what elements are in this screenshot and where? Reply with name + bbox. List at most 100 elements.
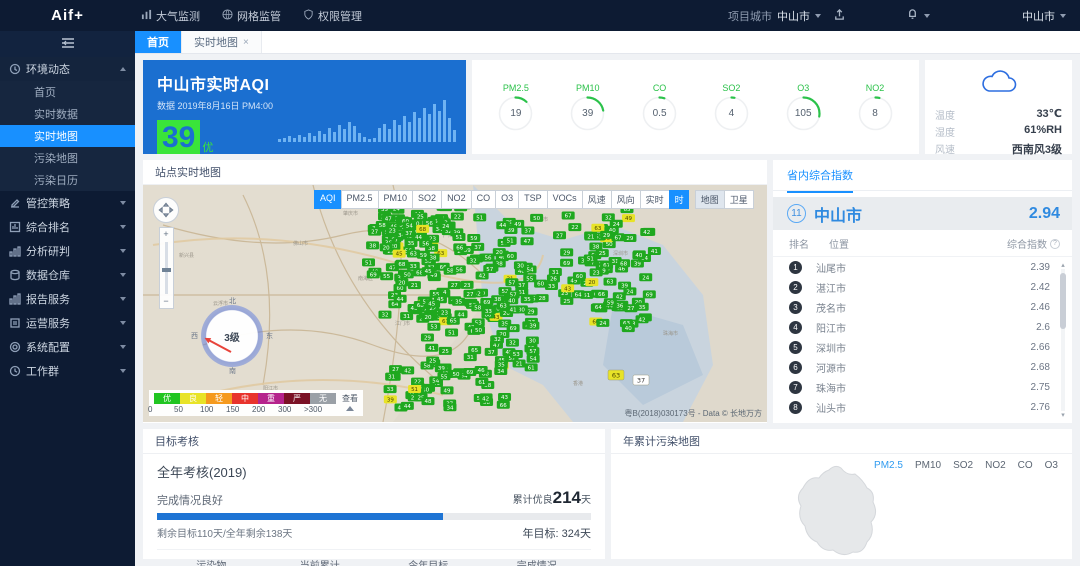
- ranking-row[interactable]: 4阳江市2.6: [773, 317, 1072, 337]
- station-marker[interactable]: 40: [622, 324, 635, 332]
- station-marker[interactable]: 51: [473, 213, 486, 221]
- close-icon[interactable]: ×: [243, 37, 249, 48]
- station-marker[interactable]: 26: [547, 275, 560, 283]
- station-marker[interactable]: 23: [438, 309, 451, 317]
- station-marker[interactable]: 67: [611, 233, 624, 241]
- station-marker[interactable]: 45: [393, 250, 406, 258]
- station-marker[interactable]: 69: [560, 259, 573, 267]
- station-marker[interactable]: 57: [505, 278, 518, 286]
- station-marker[interactable]: 24: [610, 220, 623, 228]
- ranking-row[interactable]: 7珠海市2.75: [773, 377, 1072, 397]
- ranking-scrollbar[interactable]: ▴ ▾: [1060, 261, 1066, 419]
- station-marker[interactable]: 63: [604, 278, 617, 286]
- sidebar-group-env[interactable]: 环境动态 首页 实时数据 实时地图 污染地图 污染日历: [0, 57, 135, 191]
- station-marker[interactable]: 44: [454, 310, 467, 318]
- zoom-thumb[interactable]: [162, 268, 171, 272]
- station-marker[interactable]: 55: [523, 274, 536, 282]
- map-tool-pm25[interactable]: PM2.5: [341, 190, 378, 209]
- map-tool-风速[interactable]: 风速: [582, 190, 611, 209]
- station-marker[interactable]: 36: [613, 301, 626, 309]
- topnav-item-grid[interactable]: 网格监管: [222, 8, 281, 24]
- station-marker[interactable]: 27: [463, 290, 476, 298]
- ranking-row[interactable]: 6河源市2.68: [773, 357, 1072, 377]
- map-tool-风向[interactable]: 风向: [611, 190, 640, 209]
- station-marker[interactable]: 30: [514, 261, 527, 269]
- station-map[interactable]: 新兴县云浮市 佛山市南海区 江门市广州市 东莞市深圳市 珠海市阳江市 香港肇庆市…: [143, 185, 767, 422]
- station-marker[interactable]: 41: [425, 344, 438, 352]
- station-marker[interactable]: 34: [494, 367, 507, 375]
- station-marker[interactable]: 23: [590, 268, 603, 276]
- map-tool-vocs[interactable]: VOCs: [547, 190, 582, 209]
- station-marker[interactable]: 27: [448, 281, 461, 289]
- map-tool-pm10[interactable]: PM10: [378, 190, 413, 209]
- sidebar-group-header[interactable]: 环境动态: [0, 57, 135, 81]
- station-marker[interactable]: 34: [443, 403, 456, 411]
- station-marker[interactable]: 29: [623, 234, 636, 242]
- province-outline-shape[interactable]: [767, 462, 917, 558]
- station-marker[interactable]: 50: [472, 326, 485, 334]
- station-marker[interactable]: 57: [483, 265, 496, 273]
- station-marker[interactable]: 39: [526, 322, 539, 330]
- station-marker[interactable]: 29: [525, 308, 538, 316]
- station-marker[interactable]: 53: [510, 350, 523, 358]
- map-tool-aqi[interactable]: AQI: [314, 190, 341, 209]
- station-marker[interactable]: 69: [507, 324, 520, 332]
- station-marker[interactable]: 39: [384, 395, 397, 403]
- station-marker[interactable]: 20: [380, 243, 393, 251]
- station-marker[interactable]: 54: [403, 221, 416, 229]
- station-marker[interactable]: 29: [560, 248, 573, 256]
- map-tool-co[interactable]: CO: [471, 190, 496, 209]
- ranking-row[interactable]: 3茂名市2.46: [773, 297, 1072, 317]
- sidebar-item-pollution-calendar[interactable]: 污染日历: [0, 169, 135, 191]
- gauge-co[interactable]: CO0.5: [628, 83, 692, 132]
- station-marker[interactable]: 56: [481, 253, 494, 261]
- station-marker[interactable]: 56: [419, 240, 432, 248]
- station-marker[interactable]: 45: [425, 300, 438, 308]
- station-marker[interactable]: 33: [545, 282, 558, 290]
- tab-province-index[interactable]: 省内综合指数: [787, 158, 853, 193]
- station-marker[interactable]: 68: [395, 260, 408, 268]
- station-marker[interactable]: 69: [643, 290, 656, 298]
- station-marker-highlighted[interactable]: 63: [608, 370, 624, 380]
- station-marker[interactable]: 45: [422, 267, 435, 275]
- station-marker[interactable]: 49: [441, 386, 454, 394]
- station-marker[interactable]: 59: [467, 234, 480, 242]
- station-marker[interactable]: 66: [595, 290, 608, 298]
- station-marker[interactable]: 51: [584, 254, 597, 262]
- map-tool-no2[interactable]: NO2: [441, 190, 471, 209]
- station-marker[interactable]: 41: [507, 306, 520, 314]
- map-tool-时[interactable]: 时: [669, 190, 689, 209]
- annual-map-tab-no2[interactable]: NO2: [985, 460, 1006, 471]
- map-layer-map[interactable]: 地图: [695, 190, 724, 209]
- station-marker[interactable]: 69: [463, 368, 476, 376]
- station-marker[interactable]: 24: [596, 319, 609, 327]
- station-marker[interactable]: 55: [437, 372, 450, 380]
- station-marker[interactable]: 63: [591, 224, 604, 232]
- sidebar-item-realtime-map[interactable]: 实时地图: [0, 125, 135, 147]
- sidebar-group-settings[interactable]: 系统配置: [0, 335, 135, 359]
- station-marker[interactable]: 66: [453, 243, 466, 251]
- station-marker[interactable]: 37: [521, 226, 534, 234]
- station-marker[interactable]: 31: [400, 312, 413, 320]
- station-marker[interactable]: 67: [562, 211, 575, 219]
- gauge-pm25[interactable]: PM2.519: [484, 83, 548, 132]
- station-marker[interactable]: 32: [491, 335, 504, 343]
- station-marker[interactable]: 24: [639, 273, 652, 281]
- ranking-row[interactable]: 5深圳市2.66: [773, 337, 1072, 357]
- legend-toggle-button[interactable]: 查看: [342, 393, 358, 411]
- station-marker[interactable]: 27: [553, 231, 566, 239]
- station-marker[interactable]: 61: [475, 378, 488, 386]
- sidebar-group-report[interactable]: 报告服务: [0, 287, 135, 311]
- annual-map-tab-pm10[interactable]: PM10: [915, 460, 941, 471]
- station-marker-highlighted[interactable]: 37: [633, 375, 649, 385]
- station-marker[interactable]: 47: [521, 237, 534, 245]
- sidebar-item-home[interactable]: 首页: [0, 81, 135, 103]
- station-marker[interactable]: 24: [623, 287, 636, 295]
- station-marker[interactable]: 43: [498, 393, 511, 401]
- station-marker[interactable]: 69: [367, 270, 380, 278]
- station-marker[interactable]: 50: [401, 270, 414, 278]
- gauge-so2[interactable]: SO24: [699, 83, 763, 132]
- station-marker[interactable]: 41: [648, 247, 661, 255]
- user-city-selector[interactable]: 中山市: [1022, 8, 1066, 24]
- scroll-up-arrow[interactable]: ▴: [1060, 261, 1066, 269]
